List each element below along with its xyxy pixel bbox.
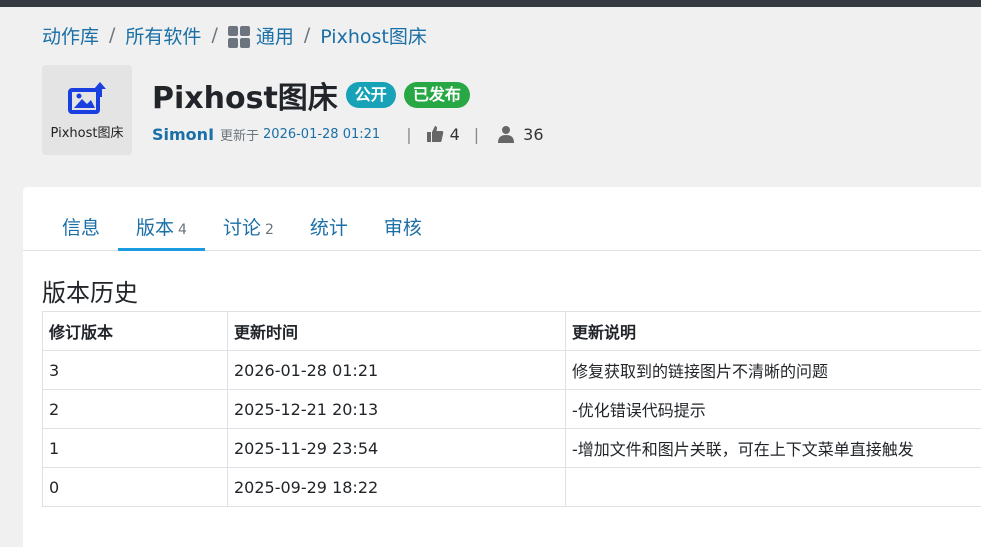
column-header: 修订版本	[42, 311, 228, 351]
tab-label: 统计	[309, 217, 348, 239]
cell-version: 3	[42, 350, 228, 390]
table-row: 2 2025-12-21 20:13 -优化错误代码提示	[42, 389, 981, 429]
tab-bar: 信息 版本 4 讨论 2 统计 审核	[23, 212, 981, 251]
cell-time: 2026-01-28 01:21	[227, 350, 566, 390]
tab-label: 审核	[383, 217, 422, 239]
column-header: 更新时间	[227, 311, 566, 351]
user-count: 36	[523, 124, 544, 144]
breadcrumb-separator: /	[109, 24, 116, 46]
cell-notes: 修复获取到的链接图片不清晰的问题	[565, 350, 981, 390]
page-title: Pixhost图床	[152, 81, 338, 116]
thumbs-up-icon	[426, 126, 443, 142]
users-stat: 36	[497, 124, 544, 144]
breadcrumb-all-software[interactable]: 所有软件	[125, 22, 201, 49]
tab-info[interactable]: 信息	[44, 212, 118, 251]
like-count: 4	[449, 124, 460, 144]
tab-statistics[interactable]: 统计	[292, 212, 366, 251]
table-row: 1 2025-11-29 23:54 -增加文件和图片关联，可在上下文菜单直接触…	[42, 428, 981, 468]
updated-date: 2026-01-28 01:21	[263, 126, 381, 142]
version-history-table: 修订版本 更新时间 更新说明 3 2026-01-28 01:21 修复获取到的…	[42, 311, 981, 507]
cell-notes: -优化错误代码提示	[565, 389, 981, 429]
user-icon	[498, 126, 515, 143]
tab-versions[interactable]: 版本 4	[118, 212, 205, 251]
cell-time: 2025-12-21 20:13	[227, 389, 566, 429]
meta-divider: |	[406, 124, 412, 144]
cell-time: 2025-11-29 23:54	[227, 428, 566, 468]
tab-label: 信息	[62, 217, 101, 239]
tab-label: 版本	[136, 217, 175, 239]
table-row: 3 2026-01-28 01:21 修复获取到的链接图片不清晰的问题	[42, 350, 981, 390]
image-upload-icon	[68, 81, 106, 114]
table-row: 0 2025-09-29 18:22	[42, 467, 981, 507]
breadcrumb-general-label: 通用	[255, 25, 294, 48]
top-bar	[0, 0, 981, 7]
cell-notes: -增加文件和图片关联，可在上下文菜单直接触发	[565, 428, 981, 468]
app-icon: Pixhost图床	[42, 65, 132, 155]
cell-time: 2025-09-29 18:22	[227, 467, 566, 507]
column-header: 更新说明	[565, 311, 981, 351]
table-header-row: 修订版本 更新时间 更新说明	[42, 311, 981, 351]
section-title: 版本历史	[42, 279, 138, 307]
tab-count: 2	[264, 222, 274, 238]
cell-notes	[565, 467, 981, 507]
app-icon-label: Pixhost图床	[50, 125, 124, 141]
content-panel: 信息 版本 4 讨论 2 统计 审核 版本历史 修订版本 更新时间 更新说明 3 2…	[23, 187, 981, 547]
breadcrumb-general[interactable]: 通用	[227, 22, 294, 49]
breadcrumb-separator: /	[211, 24, 218, 46]
updated-prefix: 更新于	[220, 128, 260, 144]
grid-icon	[227, 26, 250, 48]
breadcrumb-action-library[interactable]: 动作库	[42, 22, 99, 49]
tab-review[interactable]: 审核	[366, 212, 440, 251]
author-link[interactable]: SimonI	[152, 125, 214, 144]
published-badge: 已发布	[403, 82, 470, 108]
title-row: Pixhost图床 公开 已发布	[152, 75, 470, 116]
tab-discussion[interactable]: 讨论 2	[205, 212, 292, 251]
cell-version: 0	[42, 467, 228, 507]
breadcrumb-current[interactable]: Pixhost图床	[320, 22, 427, 49]
like-button[interactable]: 4	[426, 125, 460, 144]
breadcrumb: 动作库 / 所有软件 / 通用 / Pixhost图床	[42, 22, 427, 48]
tab-label: 讨论	[222, 217, 261, 239]
public-badge: 公开	[345, 82, 396, 108]
cell-version: 2	[42, 389, 228, 429]
meta-divider: |	[473, 124, 480, 144]
meta-row: SimonI 更新于 2026-01-28 01:21 | 4 | 36	[152, 123, 544, 145]
cell-version: 1	[42, 428, 228, 468]
breadcrumb-separator: /	[303, 24, 311, 46]
tab-count: 4	[178, 222, 187, 238]
